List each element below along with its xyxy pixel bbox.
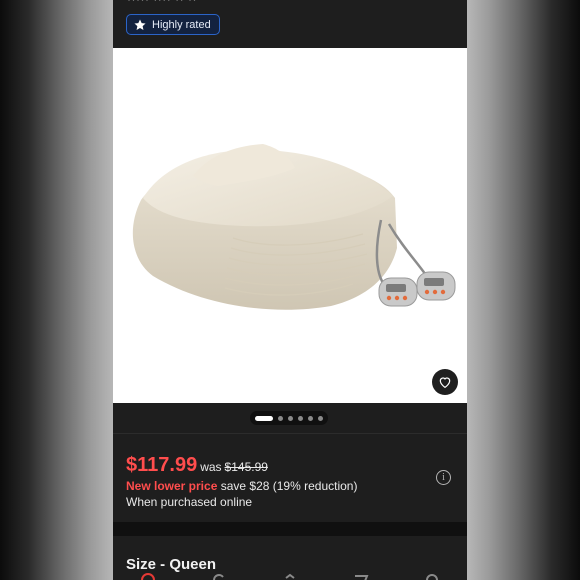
cart-icon[interactable] (353, 572, 369, 580)
pagination-dot[interactable] (288, 415, 293, 421)
pagination-dot[interactable] (308, 415, 313, 421)
was-label: was (200, 460, 222, 474)
product-page: ····· ···· ·· ·· Highly rated (113, 0, 467, 580)
current-price: $117.99 (126, 454, 198, 476)
promo-label: New lower price (126, 479, 218, 493)
savings-text: save $28 (19% reduction) (220, 479, 358, 493)
star-icon (134, 18, 146, 30)
background-right (467, 0, 580, 580)
availability-text: When purchased online (126, 495, 253, 509)
refresh-icon[interactable] (211, 572, 227, 580)
favorite-button[interactable] (432, 369, 458, 395)
product-image[interactable] (113, 48, 467, 403)
pagination-dot[interactable] (298, 415, 303, 421)
account-icon[interactable] (424, 572, 440, 580)
promo-line: New lower price save $28 (19% reduction) (126, 479, 357, 493)
category-icon[interactable] (282, 572, 298, 580)
bottom-tab-bar (113, 570, 467, 580)
original-price: $145.99 (224, 460, 268, 474)
header-strip: ····· ···· ·· ·· Highly rated (113, 0, 467, 48)
background-left (0, 0, 113, 580)
heart-icon (439, 377, 451, 389)
pagination-dot[interactable] (318, 415, 323, 421)
pagination-dot-active[interactable] (255, 415, 273, 421)
target-home-icon[interactable] (140, 572, 156, 580)
price-section: $117.99 was $145.99 New lower price save… (113, 434, 467, 522)
controller-left (378, 277, 418, 307)
pagination-dot[interactable] (278, 415, 283, 421)
gallery-pagination-bar (113, 403, 467, 433)
price-line: $117.99 was $145.99 (126, 454, 268, 477)
section-separator (113, 522, 467, 536)
highly-rated-badge[interactable]: Highly rated (126, 14, 220, 35)
info-icon[interactable]: i (436, 470, 451, 485)
partial-title: ····· ···· ·· ·· (127, 0, 197, 6)
badge-label: Highly rated (152, 18, 211, 31)
heated-blanket-image (132, 144, 456, 310)
controller-right (416, 271, 456, 301)
gallery-pagination[interactable] (250, 411, 328, 425)
